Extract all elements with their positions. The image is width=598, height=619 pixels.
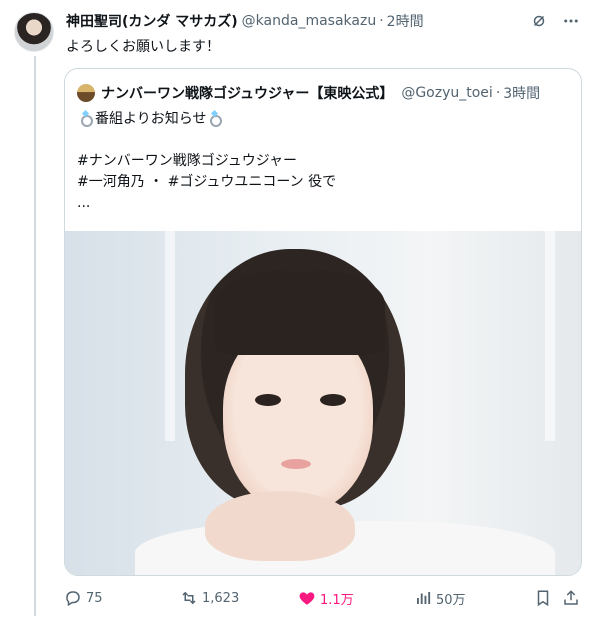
hashtag-line: #ナンバーワン戦隊ゴジュウジャー <box>77 153 298 169</box>
ellipsis: ... <box>77 195 91 211</box>
eye-shape <box>320 394 346 406</box>
eye-shape <box>255 394 281 406</box>
like-button[interactable]: 1.1万 <box>298 586 354 610</box>
like-count: 1.1万 <box>320 592 354 608</box>
quote-handle[interactable]: @Gozyu_toei <box>401 85 492 101</box>
tweet: 神田聖司(カンダ マサカズ) @kanda_masakazu · 2時間 よろし… <box>0 0 598 619</box>
timestamp[interactable]: 2時間 <box>387 11 424 31</box>
reply-button[interactable]: 75 <box>64 586 103 610</box>
action-bar: 75 1,623 1.1万 50万 <box>64 586 582 610</box>
tweet-header: 神田聖司(カンダ マサカズ) @kanda_masakazu · 2時間 <box>66 10 424 32</box>
retweet-count: 1,623 <box>202 590 240 606</box>
reply-icon <box>66 591 80 607</box>
thread-line <box>34 56 36 616</box>
hand-shape <box>205 491 355 561</box>
reply-count: 75 <box>86 590 103 606</box>
heart-icon <box>299 592 315 605</box>
quote-timestamp[interactable]: 3時間 <box>503 83 540 103</box>
tweet-top-icons <box>530 12 580 30</box>
ring-emoji-icon <box>208 111 223 127</box>
window-frame <box>465 231 555 441</box>
quote-avatar[interactable] <box>77 84 95 102</box>
share-button[interactable] <box>562 586 580 610</box>
share-icon <box>564 590 578 605</box>
quote-header: ナンバーワン戦隊ゴジュウジャー【東映公式】 @Gozyu_toei · 3時間 <box>77 83 540 103</box>
window-frame <box>105 231 175 441</box>
view-count: 50万 <box>436 592 466 608</box>
bookmark-button[interactable] <box>534 586 552 610</box>
views-icon <box>417 592 431 604</box>
quote-line <box>77 130 567 151</box>
avatar[interactable] <box>14 12 54 52</box>
quoted-tweet[interactable]: ナンバーワン戦隊ゴジュウジャー【東映公式】 @Gozyu_toei · 3時間 … <box>64 68 582 576</box>
separator-dot: · <box>379 13 384 29</box>
author-display-name[interactable]: 神田聖司(カンダ マサカズ) <box>66 11 238 31</box>
quote-display-name[interactable]: ナンバーワン戦隊ゴジュウジャー【東映公式】 <box>101 83 393 103</box>
quote-separator-dot: · <box>495 85 501 101</box>
hashtag-line: #一河角乃 ・ #ゴジュウユニコーン 役で <box>77 174 337 190</box>
retweet-icon <box>182 591 196 605</box>
views-button[interactable]: 50万 <box>414 586 466 610</box>
tweet-text: よろしくお願いします！ <box>66 39 220 55</box>
quote-line-text: 番組よりお知らせ <box>95 111 207 127</box>
bookmark-icon <box>537 590 549 607</box>
grok-icon[interactable] <box>530 12 548 30</box>
quote-photo[interactable] <box>65 231 581 575</box>
quote-text: 番組よりお知らせ #ナンバーワン戦隊ゴジュウジャー #一河角乃 ・ #ゴジュウユ… <box>77 109 567 214</box>
bangs-shape <box>215 271 385 355</box>
author-handle[interactable]: @kanda_masakazu <box>242 13 377 29</box>
retweet-button[interactable]: 1,623 <box>180 586 239 610</box>
quote-line: 番組よりお知らせ <box>77 109 567 130</box>
more-icon[interactable] <box>562 12 580 30</box>
ring-emoji-icon <box>79 111 93 127</box>
lips-shape <box>281 459 311 469</box>
